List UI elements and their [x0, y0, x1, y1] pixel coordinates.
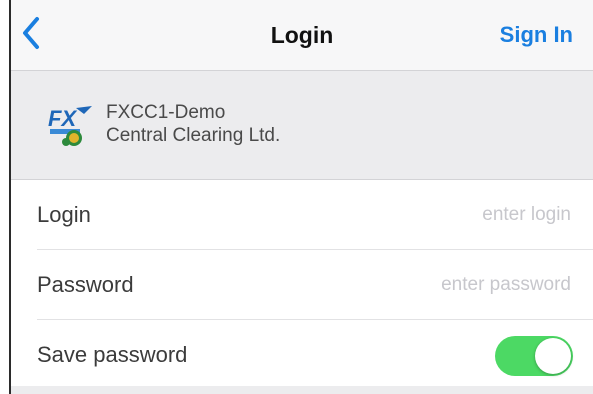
bottom-band	[11, 386, 593, 394]
password-input[interactable]	[269, 266, 573, 304]
save-password-toggle[interactable]	[495, 336, 573, 376]
login-screen: Login Sign In FX FXCC1-Demo Central Clea…	[11, 0, 593, 394]
window-left-edge	[0, 0, 11, 394]
server-name: FXCC1-Demo	[106, 102, 226, 123]
sign-in-button[interactable]: Sign In	[500, 0, 573, 70]
chevron-left-icon	[23, 17, 39, 49]
login-row: Login	[37, 180, 593, 250]
toggle-knob	[535, 338, 571, 374]
login-form: Login Password Save password	[11, 180, 593, 386]
fxcc-logo: FX	[48, 106, 92, 146]
password-row: Password	[37, 250, 593, 320]
save-password-row: Save password	[37, 320, 593, 389]
back-button[interactable]	[17, 13, 51, 53]
save-password-label: Save password	[37, 342, 188, 367]
svg-text:FX: FX	[48, 106, 77, 131]
login-label: Login	[37, 202, 91, 227]
server-text: FXCC1-Demo Central Clearing Ltd.	[106, 101, 280, 147]
server-info[interactable]: FX FXCC1-Demo Central Clearing Ltd.	[11, 71, 593, 180]
login-input[interactable]	[269, 196, 573, 234]
navigation-bar: Login Sign In	[11, 0, 593, 71]
password-label: Password	[37, 272, 134, 297]
server-company: Central Clearing Ltd.	[106, 125, 281, 146]
